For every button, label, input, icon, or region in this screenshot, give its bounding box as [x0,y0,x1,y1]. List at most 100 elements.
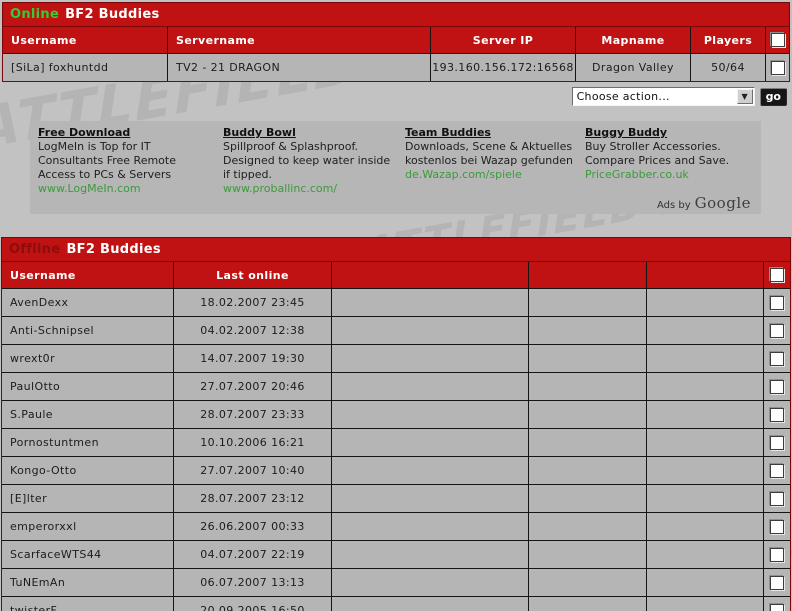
offline-row-checkbox[interactable] [770,547,784,562]
offline-row-checkbox[interactable] [770,463,784,478]
offline-select-all-checkbox[interactable] [770,268,784,282]
empty-cell [528,457,646,484]
offline-row-checkbox[interactable] [770,295,784,310]
empty-header-cell [646,262,763,288]
row-checkbox-cell [763,541,790,568]
google-logo[interactable]: Google [695,194,751,212]
ads-grid: Free Download LogMeIn is Top for IT Cons… [38,126,759,196]
offline-row-checkbox[interactable] [770,323,784,338]
dropdown-arrow-icon[interactable]: ▼ [736,89,753,104]
empty-cell [528,401,646,428]
ad-title-link[interactable]: Buggy Buddy [585,126,667,140]
buddy-last-online: 06.07.2007 13:13 [173,569,331,596]
online-select-all-checkbox[interactable] [770,33,785,47]
ad-url-link[interactable]: PriceGrabber.co.uk [585,168,753,182]
buddy-username: [SiLa] foxhuntdd [11,61,109,74]
buddy-username: Kongo-Otto [10,464,77,477]
empty-cell [331,373,528,400]
online-row-checkbox[interactable] [770,60,785,75]
ad-item: Buggy Buddy Buy Stroller Accessories. Co… [585,126,759,196]
empty-cell [331,541,528,568]
offline-buddy-row: Kongo-Otto 27.07.2007 10:40 [2,456,790,484]
empty-cell [528,513,646,540]
empty-cell [331,457,528,484]
empty-cell [331,569,528,596]
empty-cell [646,513,763,540]
ad-title-link[interactable]: Buddy Bowl [223,126,296,140]
buddy-last-online: 18.02.2007 23:45 [173,289,331,316]
column-header-server-ip: Server IP [430,27,575,53]
empty-cell [646,597,763,611]
buddy-last-online: 14.07.2007 19:30 [173,345,331,372]
buddy-last-online: 27.07.2007 10:40 [173,457,331,484]
ads-by-label: Ads by [657,200,691,211]
offline-row-checkbox[interactable] [770,575,784,590]
offline-buddy-row: TuNEmAn 06.07.2007 13:13 [2,568,790,596]
row-checkbox-cell [763,485,790,512]
buddy-username: Pornostuntmen [10,436,99,449]
offline-row-checkbox[interactable] [770,379,784,394]
offline-row-checkbox[interactable] [770,435,784,450]
online-buddies-table: Online BF2 Buddies Username Servername S… [2,2,790,82]
offline-buddy-row: Pornostuntmen 10.10.2006 16:21 [2,428,790,456]
empty-cell [331,289,528,316]
ad-url-link[interactable]: de.Wazap.com/spiele [405,168,579,182]
column-header-username: Username [10,268,76,282]
online-section-title: BF2 Buddies [65,7,160,22]
empty-cell [331,597,528,611]
empty-cell [528,569,646,596]
row-checkbox-cell [765,54,789,81]
action-select[interactable]: Choose action... ▼ [571,87,755,106]
online-section-titlebar: Online BF2 Buddies [3,3,789,26]
offline-buddy-row: AvenDexx 18.02.2007 23:45 [2,288,790,316]
empty-cell [528,345,646,372]
ad-title-link[interactable]: Free Download [38,126,130,140]
online-buddy-row: [SiLa] foxhuntdd TV2 - 21 DRAGON 193.160… [3,53,789,81]
offline-buddy-row: [E]lter 28.07.2007 23:12 [2,484,790,512]
row-checkbox-cell [763,373,790,400]
ad-url-link[interactable]: www.proballinc.com/ [223,182,399,196]
ad-body-text: Spillproof & Splashproof. Designed to ke… [223,140,391,181]
offline-buddies-table: Offline BF2 Buddies Username Last online… [1,237,791,611]
empty-cell [646,373,763,400]
empty-cell [528,541,646,568]
online-status-label: Online [10,7,60,22]
go-button[interactable]: go [759,87,787,106]
bf2-buddies-page: BATTLEFIELD 2 BATTLEFIELD 2 BATTLEFIELD … [0,0,792,611]
empty-cell [646,289,763,316]
offline-row-checkbox[interactable] [770,351,784,366]
ad-item: Buddy Bowl Spillproof & Splashproof. Des… [223,126,405,196]
buddy-mapname: Dragon Valley [575,54,690,81]
empty-cell [528,373,646,400]
offline-buddy-row: wrext0r 14.07.2007 19:30 [2,344,790,372]
row-checkbox-cell [763,401,790,428]
empty-cell [528,289,646,316]
empty-cell [528,597,646,611]
buddy-last-online: 10.10.2006 16:21 [173,429,331,456]
offline-row-checkbox[interactable] [770,519,784,534]
empty-cell [331,485,528,512]
offline-buddy-row: PaulOtto 27.07.2007 20:46 [2,372,790,400]
empty-cell [646,429,763,456]
offline-row-checkbox[interactable] [770,491,784,506]
buddy-last-online: 27.07.2007 20:46 [173,373,331,400]
empty-cell [331,401,528,428]
buddy-username: twisterF [10,604,58,611]
buddy-username: [E]lter [10,492,47,505]
ad-body-text: Downloads, Scene & Aktuelles kostenlos b… [405,140,574,167]
ad-item: Team Buddies Downloads, Scene & Aktuelle… [405,126,585,196]
column-header-last-online: Last online [173,262,331,288]
ad-url-link[interactable]: www.LogMeIn.com [38,182,217,196]
buddy-username: PaulOtto [10,380,61,393]
buddy-last-online: 28.07.2007 23:33 [173,401,331,428]
offline-row-checkbox[interactable] [770,407,784,422]
empty-cell [528,429,646,456]
row-checkbox-cell [763,429,790,456]
buddy-players: 50/64 [690,54,765,81]
google-ads-panel: Free Download LogMeIn is Top for IT Cons… [30,121,761,214]
ad-title-link[interactable]: Team Buddies [405,126,491,140]
buddy-username: S.Paule [10,408,53,421]
buddy-servername: TV2 - 21 DRAGON [167,54,430,81]
column-header-servername: Servername [167,27,430,53]
offline-row-checkbox[interactable] [770,603,784,611]
